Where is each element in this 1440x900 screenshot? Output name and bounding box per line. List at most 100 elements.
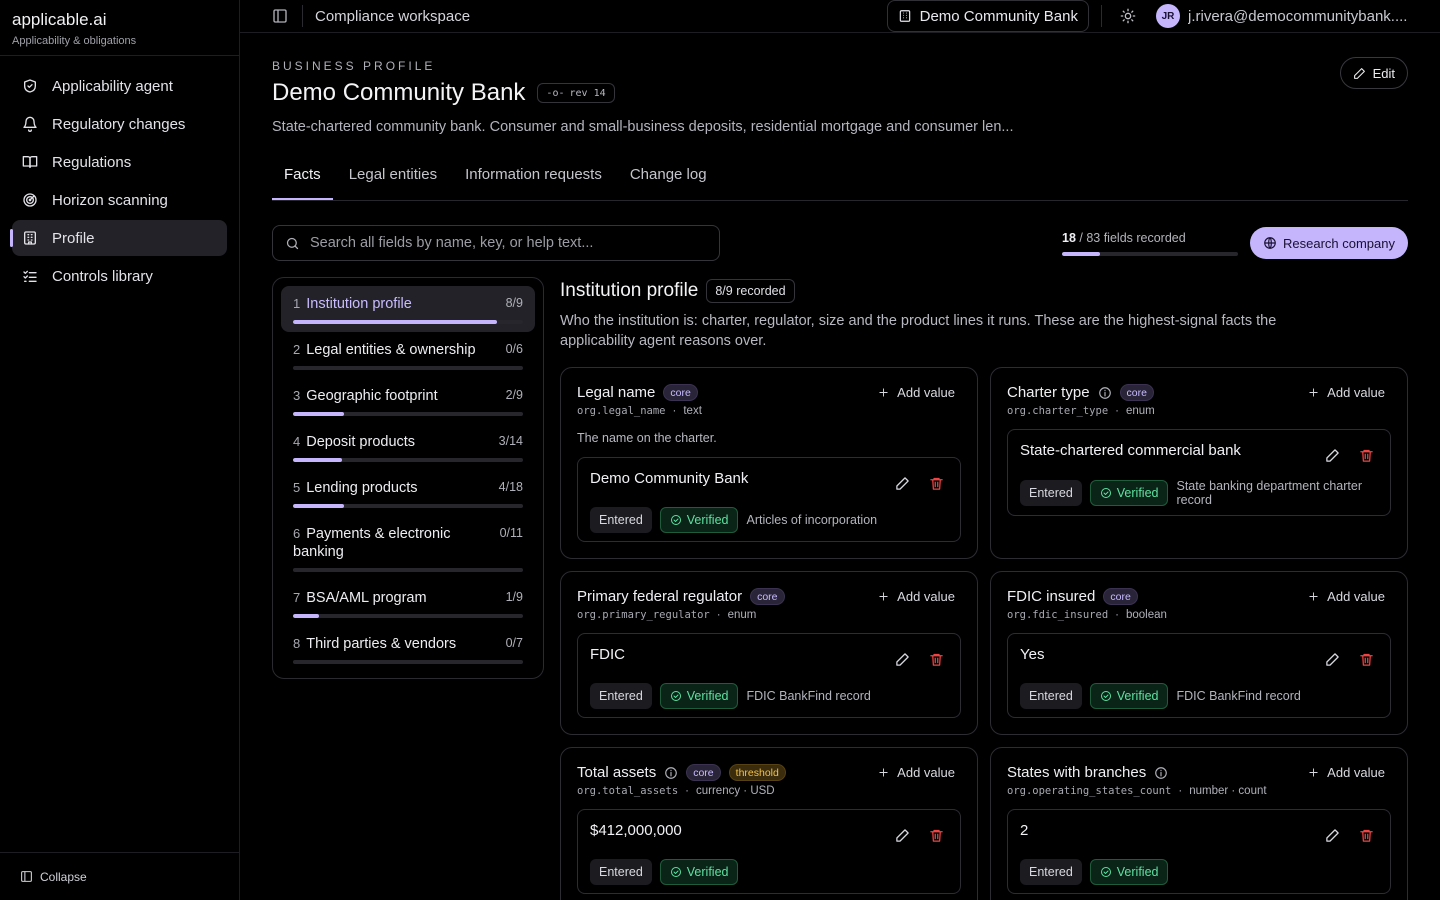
section-name: 8 Third parties & vendors [293, 635, 483, 653]
key-separator: · [1115, 609, 1119, 621]
sidebar-item-label: Horizon scanning [52, 191, 168, 209]
verified-label: Verified [686, 865, 729, 879]
search-icon [286, 237, 299, 249]
collapse-button[interactable]: Collapse [0, 852, 239, 900]
sidebar-item-applicability-agent[interactable]: Applicability agent [12, 68, 227, 104]
add-value-button[interactable]: Add value [878, 765, 955, 780]
pencil-icon[interactable] [1325, 828, 1340, 843]
section-number: 1 [293, 296, 301, 311]
verified-badge: Verified [1089, 480, 1169, 506]
section-item[interactable]: 5 Lending products 4/18 [281, 470, 535, 516]
value-actions [1325, 448, 1374, 463]
value-source: Articles of incorporation [746, 513, 878, 527]
fact-title: FDIC insured [1007, 588, 1096, 605]
section-progress-fill [293, 412, 345, 416]
add-value-button[interactable]: Add value [1308, 589, 1385, 604]
pencil-icon[interactable] [895, 476, 910, 491]
value-source: FDIC BankFind record [746, 689, 871, 703]
add-value-button[interactable]: Add value [878, 589, 955, 604]
add-value-button[interactable]: Add value [878, 385, 955, 400]
fact-type: currency · USD [696, 785, 775, 797]
section-name: 3 Geographic footprint [293, 387, 483, 405]
section-progress-bar [293, 366, 523, 370]
sidebar-item-regulatory-changes[interactable]: Regulatory changes [12, 106, 227, 142]
add-value-label: Add value [1327, 765, 1385, 780]
avatar[interactable]: JR [1156, 4, 1180, 28]
pencil-icon[interactable] [895, 828, 910, 843]
section-progress-fill [293, 614, 319, 618]
tab-information-requests[interactable]: Information requests [453, 161, 614, 200]
pencil-icon [1353, 67, 1365, 79]
trash-icon[interactable] [1359, 652, 1374, 667]
search-input[interactable] [310, 235, 690, 251]
trash-icon[interactable] [1359, 448, 1374, 463]
section-progress-bar [293, 504, 523, 508]
section-row: 5 Lending products 4/18 [293, 479, 523, 497]
section-item[interactable]: 3 Geographic footprint 2/9 [281, 378, 535, 424]
section-row: 2 Legal entities & ownership 0/6 [293, 341, 523, 359]
entered-badge: Entered [1020, 480, 1082, 506]
value-meta: Entered Verified Articles of incorporation [590, 507, 948, 533]
trash-icon[interactable] [929, 828, 944, 843]
sidebar-item-profile[interactable]: Profile [10, 220, 227, 256]
plus-icon [879, 768, 888, 777]
checklist-icon [23, 270, 37, 282]
building-icon [899, 10, 910, 22]
pencil-icon[interactable] [1325, 448, 1340, 463]
tab-legal-entities[interactable]: Legal entities [337, 161, 449, 200]
key-separator: · [716, 609, 721, 621]
section-name: 7 BSA/AML program [293, 589, 483, 607]
fact-card-header: States with branches Add value [1007, 764, 1391, 781]
check-circle-icon [670, 515, 681, 525]
theme-toggle-icon[interactable] [1120, 8, 1136, 24]
tab-change-log[interactable]: Change log [618, 161, 719, 200]
edit-label: Edit [1372, 65, 1395, 81]
verified-label: Verified [686, 689, 729, 703]
verified-label: Verified [1116, 865, 1159, 879]
pencil-icon[interactable] [1325, 652, 1340, 667]
section-item[interactable]: 8 Third parties & vendors 0/7 [281, 626, 535, 672]
sidebar-toggle-icon[interactable] [272, 8, 288, 24]
bank-switcher-button[interactable]: Demo Community Bank [886, 0, 1089, 32]
fact-card: Charter type core Add value org.charter_typ… [990, 367, 1408, 559]
section-title: Institution profile [560, 280, 699, 301]
value-actions [895, 828, 944, 843]
sidebar-item-horizon-scanning[interactable]: Horizon scanning [12, 182, 227, 218]
trash-icon[interactable] [1359, 828, 1374, 843]
add-value-button[interactable]: Add value [1308, 385, 1385, 400]
value-actions [1325, 652, 1374, 667]
tab-bar: Facts Legal entities Information request… [272, 161, 1408, 201]
trash-icon[interactable] [929, 476, 944, 491]
section-item[interactable]: 2 Legal entities & ownership 0/6 [281, 332, 535, 378]
sidebar-item-regulations[interactable]: Regulations [12, 144, 227, 180]
value-meta: Entered Verified [590, 859, 948, 885]
user-email[interactable]: j.rivera@democommunitybank.... [1188, 8, 1408, 25]
revision-label: rev 14 [569, 87, 606, 99]
fact-cards: Legal name core Add value org.legal_name · te… [560, 367, 1408, 900]
add-value-button[interactable]: Add value [1308, 765, 1385, 780]
section-item[interactable]: 6 Payments & electronic banking 0/11 [281, 516, 535, 580]
check-circle-icon [1100, 867, 1111, 877]
section-count: 0/7 [505, 636, 523, 650]
section-label: Institution profile [306, 296, 412, 312]
section-item[interactable]: 7 BSA/AML program 1/9 [281, 580, 535, 626]
edit-button[interactable]: Edit [1339, 57, 1408, 89]
verified-label: Verified [686, 513, 729, 527]
tab-facts[interactable]: Facts [272, 161, 333, 200]
value-meta: Entered Verified State banking department … [1020, 479, 1378, 507]
brand: applicable.ai Applicability & obligation… [0, 0, 239, 56]
key-separator: · [685, 785, 689, 797]
search-box[interactable] [272, 225, 720, 261]
section-item[interactable]: 4 Deposit products 3/14 [281, 424, 535, 470]
trash-icon[interactable] [929, 652, 944, 667]
section-count: 0/11 [499, 526, 523, 540]
brand-name[interactable]: applicable.ai [12, 10, 227, 30]
fact-key-name: org.legal_name [577, 405, 666, 417]
pencil-icon[interactable] [895, 652, 910, 667]
research-company-button[interactable]: Research company [1250, 227, 1408, 259]
sidebar-item-controls-library[interactable]: Controls library [12, 258, 227, 294]
section-item[interactable]: 1 Institution profile 8/9 [281, 286, 535, 332]
section-count: 3/14 [498, 434, 523, 448]
fact-key: org.total_assets · currency · USD [577, 785, 961, 797]
key-separator: · [1178, 785, 1183, 797]
